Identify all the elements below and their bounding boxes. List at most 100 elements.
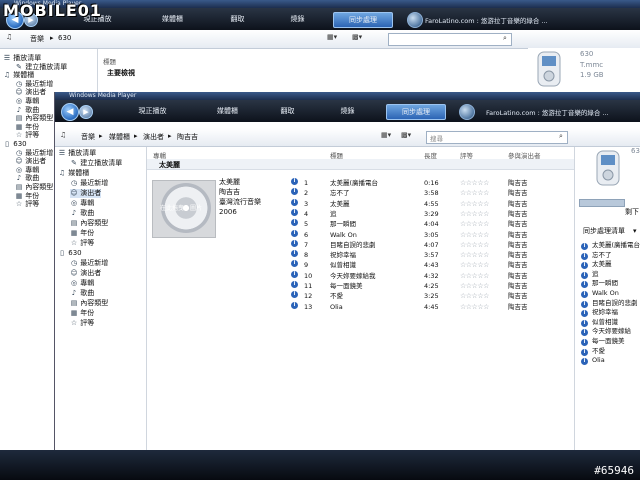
tab-sync[interactable]: 同步處理: [386, 104, 446, 120]
track-artist: 陶吉吉: [508, 209, 528, 218]
info-icon[interactable]: i: [291, 178, 298, 185]
layout-options-icon[interactable]: ▩▾: [401, 131, 411, 139]
rating-stars-icon[interactable]: ☆☆☆☆☆: [460, 219, 489, 229]
rating-stars-icon[interactable]: ☆☆☆☆☆: [460, 240, 489, 250]
info-icon[interactable]: i: [291, 229, 298, 237]
tree-item[interactable]: ♫ 媒體櫃: [58, 169, 89, 178]
info-icon[interactable]: i: [291, 270, 298, 278]
music-icon: ♫: [58, 169, 66, 177]
back-button-icon[interactable]: ◀: [61, 103, 79, 121]
tab-library[interactable]: 媒體櫃: [200, 104, 255, 118]
info-icon[interactable]: i: [291, 291, 298, 299]
rating-stars-icon[interactable]: ☆☆☆☆☆: [460, 260, 489, 270]
tab-burn[interactable]: 燒錄: [325, 104, 370, 118]
track-row[interactable]: i 11 每一面鏡美 4:25 ☆☆☆☆☆ 陶吉吉: [55, 281, 574, 291]
info-icon[interactable]: i: [291, 219, 298, 227]
sync-list-item[interactable]: i 似曾相識: [581, 318, 618, 327]
tab-now-playing[interactable]: 現正播放: [125, 104, 180, 118]
sync-list-item[interactable]: i 今天妳要嫁給: [581, 327, 631, 337]
layout-options-icon[interactable]: ▩▾: [352, 33, 362, 41]
view-options-icon[interactable]: ▦▾: [381, 131, 391, 139]
track-row[interactable]: i 10 今天妳要嫁給我 4:32 ☆☆☆☆☆ 陶吉吉: [55, 270, 574, 281]
tree-item[interactable]: ☆ 評等: [70, 319, 94, 328]
sync-list-item[interactable]: i 不愛: [581, 347, 605, 356]
track-row[interactable]: i 5 那一瞬間 4:04 ☆☆☆☆☆ 陶吉吉: [55, 219, 574, 229]
track-row[interactable]: i 12 不愛 3:25 ☆☆☆☆☆ 陶吉吉: [55, 291, 574, 301]
tree-item[interactable]: ☰ 播放清單: [58, 149, 96, 158]
track-row[interactable]: i 8 祝妳幸福 3:57 ☆☆☆☆☆ 陶吉吉: [55, 250, 574, 260]
sync-list-item-label: 那一瞬間: [592, 279, 618, 288]
sync-list-item[interactable]: i Walk On: [581, 289, 619, 298]
info-icon[interactable]: i: [291, 188, 298, 196]
rating-stars-icon[interactable]: ☆☆☆☆☆: [460, 230, 489, 240]
tab-sync[interactable]: 同步處理: [333, 12, 393, 28]
sync-list-item[interactable]: i 太美麗: [581, 260, 612, 270]
breadcrumb-item[interactable]: 音樂: [81, 132, 95, 142]
online-store-icon[interactable]: [459, 104, 475, 120]
rating-stars-icon[interactable]: ☆☆☆☆☆: [460, 188, 489, 198]
tree-item-label: 演出者: [25, 157, 47, 166]
front-search-input[interactable]: 搜尋 ⌕: [426, 131, 568, 144]
track-artist: 陶吉吉: [508, 230, 528, 239]
track-row[interactable]: i 7 目睹自誤的悲劇 4:07 ☆☆☆☆☆ 陶吉吉: [55, 239, 574, 250]
breadcrumb-item[interactable]: 媒體櫃: [109, 132, 130, 142]
online-store-status[interactable]: FaroLatino.com : 悠游拉丁音樂的綠合 ...: [486, 107, 609, 117]
tab-library[interactable]: 媒體櫃: [145, 12, 200, 26]
rating-stars-icon[interactable]: ☆☆☆☆☆: [460, 281, 489, 291]
track-length: 4:32: [424, 271, 439, 280]
sync-list-label[interactable]: 同步處理清單: [583, 227, 625, 236]
sync-list-item[interactable]: i 那一瞬間: [581, 279, 618, 289]
column-header-title[interactable]: 標題: [103, 56, 116, 66]
rating-stars-icon[interactable]: ☆☆☆☆☆: [460, 250, 489, 260]
online-store-status[interactable]: FaroLatino.com : 悠游拉丁音樂的綠合 ...: [425, 15, 548, 25]
rating-stars-icon[interactable]: ☆☆☆☆☆: [460, 291, 489, 301]
sync-list-item[interactable]: i 忘不了: [581, 251, 612, 260]
chevron-down-icon[interactable]: ▾: [633, 227, 637, 236]
sync-list-item[interactable]: i 每一面鏡美: [581, 337, 625, 346]
breadcrumb-item[interactable]: 陶吉吉: [177, 132, 198, 142]
search-icon[interactable]: ⌕: [556, 132, 566, 141]
rating-stars-icon[interactable]: ☆☆☆☆☆: [460, 199, 489, 209]
sync-list-item[interactable]: i 太美麗(廣播電台: [581, 241, 640, 250]
rating-stars-icon[interactable]: ☆☆☆☆☆: [460, 302, 489, 312]
rating-stars-icon[interactable]: ☆☆☆☆☆: [460, 271, 489, 281]
rating-stars-icon[interactable]: ☆☆☆☆☆: [460, 178, 489, 188]
track-row[interactable]: i 3 太美麗 4:55 ☆☆☆☆☆ 陶吉吉: [55, 198, 574, 209]
tree-item[interactable]: ✎ 建立播放清單: [70, 159, 122, 168]
sync-list-item[interactable]: i Olia: [581, 356, 605, 366]
view-options-icon[interactable]: ▦▾: [327, 33, 337, 41]
tree-item[interactable]: ☆ 評等: [15, 200, 39, 209]
search-icon[interactable]: ⌕: [500, 34, 510, 43]
info-icon[interactable]: i: [291, 239, 298, 247]
tree-item-label: 播放清單: [68, 149, 97, 157]
rating-stars-icon[interactable]: ☆☆☆☆☆: [460, 209, 489, 219]
track-title: 那一瞬間: [330, 220, 356, 229]
track-row[interactable]: i 1 太美麗(廣播電台 0:16 ☆☆☆☆☆ 陶吉吉: [55, 178, 574, 188]
track-row[interactable]: i 9 似曾相識 4:43 ☆☆☆☆☆ 陶吉吉: [55, 260, 574, 270]
info-icon[interactable]: i: [291, 301, 298, 309]
tab-rip[interactable]: 翻取: [215, 12, 260, 26]
back-search-input[interactable]: ⌕: [388, 33, 512, 46]
info-icon[interactable]: i: [291, 250, 298, 258]
tree-item-label: 媒體櫃: [68, 169, 90, 177]
track-row[interactable]: i 2 忘不了 3:58 ☆☆☆☆☆ 陶吉吉: [55, 188, 574, 198]
tab-rip[interactable]: 翻取: [265, 104, 310, 118]
forward-button-icon[interactable]: ▶: [79, 105, 93, 119]
sync-list-item[interactable]: i追: [581, 270, 599, 279]
track-row[interactable]: i 13 Olia 4:45 ☆☆☆☆☆ 陶吉吉: [55, 301, 574, 312]
info-icon[interactable]: i: [291, 198, 298, 206]
track-row[interactable]: i 4 追 3:29 ☆☆☆☆☆ 陶吉吉: [55, 208, 574, 219]
online-store-icon[interactable]: [407, 12, 423, 28]
tab-burn[interactable]: 燒錄: [275, 12, 320, 26]
breadcrumb-item[interactable]: 演出者: [143, 132, 164, 142]
tree-item-label: 評等: [80, 319, 95, 327]
track-title: 似曾相識: [330, 261, 356, 270]
breadcrumb-item[interactable]: 630: [58, 34, 71, 42]
breadcrumb-item[interactable]: 音樂: [30, 34, 44, 44]
info-icon[interactable]: i: [291, 208, 298, 216]
track-row[interactable]: i 6 Walk On 3:05 ☆☆☆☆☆ 陶吉吉: [55, 229, 574, 240]
sync-list-item[interactable]: i 目睹自誤的悲劇: [581, 299, 638, 308]
info-icon[interactable]: i: [291, 281, 298, 288]
sync-list-item[interactable]: i 祝妳幸福: [581, 308, 618, 318]
info-icon[interactable]: i: [291, 260, 298, 268]
